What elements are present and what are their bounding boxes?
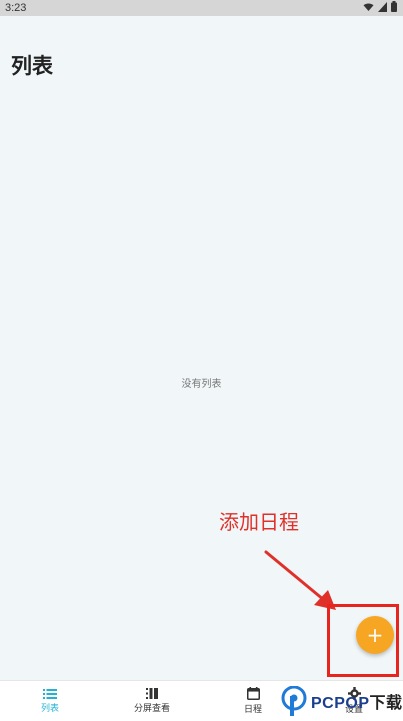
watermark-suffix: 下载	[369, 695, 403, 712]
add-schedule-button[interactable]: +	[356, 616, 394, 654]
nav-item-label: 日程	[243, 705, 262, 715]
main-content: 列表 没有列表	[0, 16, 403, 680]
annotation-label: 添加日程	[219, 510, 299, 534]
split-view-icon	[146, 688, 158, 699]
watermark-brand: PCPOP	[311, 695, 370, 712]
signal-icon	[378, 1, 387, 12]
status-time: 3:23	[5, 2, 27, 14]
page-title: 列表	[11, 54, 53, 78]
empty-state-text: 没有列表	[181, 379, 222, 390]
nav-item-label: 列表	[40, 703, 59, 714]
nav-item-split-view[interactable]: 分屏查看	[112, 681, 192, 721]
nav-item-label: 分屏查看	[133, 704, 170, 714]
wifi-icon	[363, 2, 374, 11]
watermark-text: PCPOP下载	[311, 689, 403, 713]
calendar-icon	[246, 687, 260, 700]
watermark-logo: PCPOP下载	[281, 684, 403, 718]
status-icons	[363, 1, 397, 12]
list-icon	[43, 688, 57, 699]
pcpop-logo-icon	[281, 686, 307, 716]
status-bar: 3:23	[0, 0, 403, 16]
battery-icon	[391, 1, 397, 12]
nav-item-list[interactable]: 列表	[10, 681, 90, 721]
